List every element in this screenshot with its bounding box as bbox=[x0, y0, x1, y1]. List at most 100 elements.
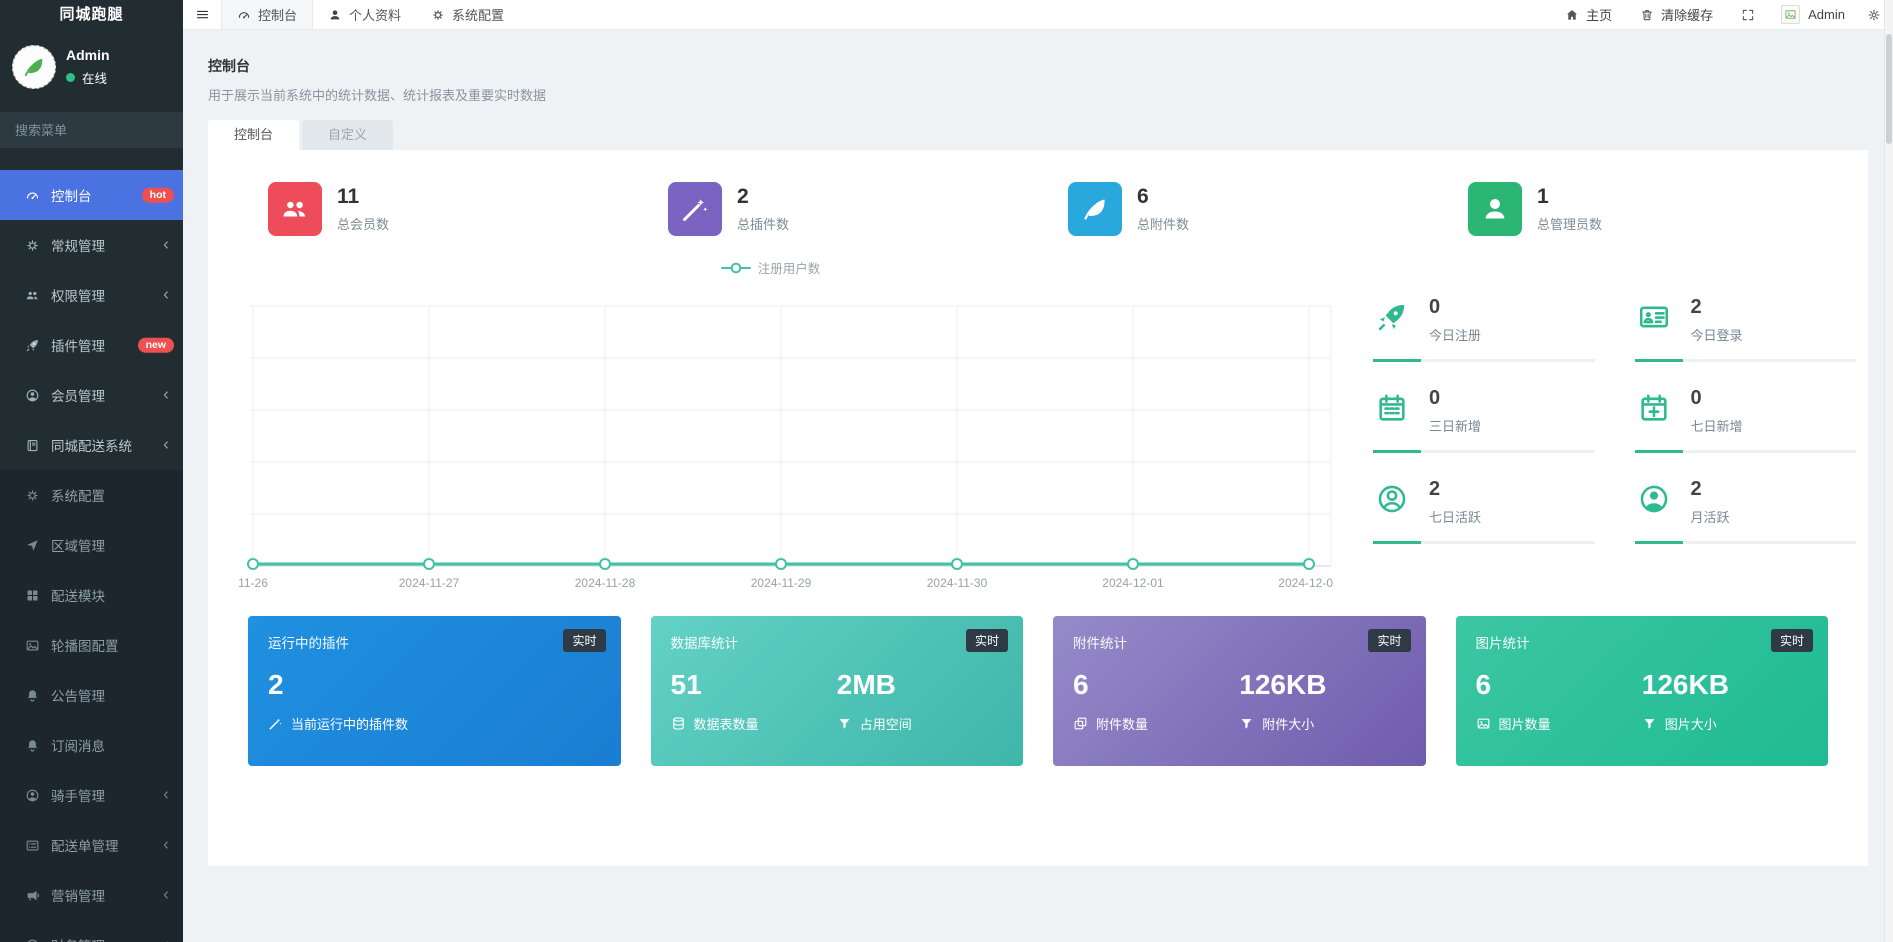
dashboard-icon bbox=[237, 8, 251, 22]
user-menu[interactable]: Admin bbox=[1769, 5, 1857, 24]
scrollbar-thumb[interactable] bbox=[1886, 34, 1892, 144]
sidebar-item-label: 营销管理 bbox=[51, 889, 105, 904]
chevron-left-icon bbox=[160, 239, 172, 251]
sidebar-item-delivery-module[interactable]: 配送模块 bbox=[0, 570, 183, 620]
bell-icon bbox=[25, 738, 40, 753]
user-menu-label: Admin bbox=[1808, 7, 1845, 22]
realtime-badge: 实时 bbox=[563, 629, 606, 652]
brand-title: 同城跑腿 bbox=[59, 6, 124, 23]
sidebar-item-system-config[interactable]: 系统配置 bbox=[0, 470, 183, 520]
sidebar-item-marketing[interactable]: 营销管理 bbox=[0, 870, 183, 920]
grid-icon bbox=[25, 588, 40, 603]
nav-tab-system-config[interactable]: 系统配置 bbox=[416, 0, 519, 29]
sidebar-item-rider[interactable]: 骑手管理 bbox=[0, 770, 183, 820]
image-placeholder-icon bbox=[1784, 8, 1797, 21]
sidebar-item-label: 会员管理 bbox=[51, 389, 105, 404]
avatar[interactable] bbox=[12, 45, 56, 89]
chart-legend[interactable]: 注册用户数 bbox=[208, 258, 1333, 277]
line-chart-canvas: 11-26 2024-11-27 2024-11-28 2024-11-29 2024-… bbox=[208, 256, 1333, 596]
nav-tab-profile[interactable]: 个人资料 bbox=[313, 0, 416, 29]
cogs-icon bbox=[25, 238, 40, 253]
search-input[interactable] bbox=[13, 121, 183, 139]
card-title: 图片统计 bbox=[1475, 636, 1530, 651]
user-avatar bbox=[1781, 5, 1801, 24]
navbar-right: 主页 清除缓存 Admin bbox=[1551, 0, 1893, 29]
magic-wand-icon bbox=[680, 194, 710, 224]
sidebar-item-label: 区域管理 bbox=[51, 539, 105, 554]
chevron-left-icon bbox=[160, 389, 172, 401]
sidebar-item-addon[interactable]: 插件管理 new bbox=[0, 320, 183, 370]
money-icon bbox=[25, 938, 40, 942]
realtime-badge: 实时 bbox=[1368, 629, 1411, 652]
card-metric-label: 数据表数量 bbox=[693, 716, 759, 732]
chevron-left-icon bbox=[160, 289, 172, 301]
sidebar-item-label: 轮播图配置 bbox=[51, 639, 119, 654]
sidebar-item-banner[interactable]: 轮播图配置 bbox=[0, 620, 183, 670]
clear-cache-link[interactable]: 清除缓存 bbox=[1626, 0, 1727, 29]
mini-stat-label: 三日新增 bbox=[1429, 419, 1482, 434]
settings-button[interactable] bbox=[1857, 0, 1881, 29]
card-title: 附件统计 bbox=[1073, 636, 1127, 651]
tab-custom[interactable]: 自定义 bbox=[302, 120, 394, 150]
leaf-icon bbox=[1080, 194, 1110, 224]
user-icon bbox=[1480, 194, 1510, 224]
user-circle-icon bbox=[25, 388, 40, 403]
home-link[interactable]: 主页 bbox=[1551, 0, 1626, 29]
mini-stat-today-registered: 0 今日注册 bbox=[1373, 296, 1595, 362]
mini-stat-label: 今日登录 bbox=[1690, 328, 1743, 343]
menu-bars-icon bbox=[195, 7, 210, 22]
sidebar-item-subscribe[interactable]: 订阅消息 bbox=[0, 720, 183, 770]
image-icon bbox=[1476, 716, 1491, 731]
home-link-label: 主页 bbox=[1586, 8, 1613, 23]
sidebar-search bbox=[0, 112, 183, 148]
svg-text:2024-11-28: 2024-11-28 bbox=[575, 576, 636, 590]
mini-stat-today-logins: 2 今日登录 bbox=[1634, 296, 1856, 362]
sidebar-item-delivery-system[interactable]: 同城配送系统 bbox=[0, 420, 183, 470]
sidebar-item-label: 骑手管理 bbox=[51, 789, 105, 804]
card-metric-label: 附件大小 bbox=[1262, 716, 1315, 732]
sidebar-item-finance[interactable]: 财务管理 bbox=[0, 920, 183, 942]
leaf-icon bbox=[21, 54, 47, 80]
rocket-icon bbox=[25, 338, 40, 353]
card-value: 6 bbox=[1073, 669, 1089, 700]
mini-stat-label: 七日活跃 bbox=[1429, 510, 1482, 525]
mini-stat-bar bbox=[1373, 541, 1421, 544]
online-status-label: 在线 bbox=[82, 72, 108, 86]
nav-tab-console[interactable]: 控制台 bbox=[221, 0, 314, 29]
clone-icon bbox=[1073, 716, 1088, 731]
page-title: 控制台 bbox=[208, 58, 250, 74]
sidebar-item-members[interactable]: 会员管理 bbox=[0, 370, 183, 420]
sidebar-user-status: 在线 bbox=[66, 68, 110, 87]
sidebar-item-delivery-orders[interactable]: 配送单管理 bbox=[0, 820, 183, 870]
tab-console[interactable]: 控制台 bbox=[208, 120, 300, 150]
sidebar-item-console[interactable]: 控制台 hot bbox=[0, 170, 183, 220]
stat-icon-box bbox=[1468, 182, 1522, 236]
stat-value: 6 bbox=[1137, 185, 1149, 208]
sidebar-user-name: Admin bbox=[66, 47, 110, 63]
page-description: 用于展示当前系统中的统计数据、统计报表及重要实时数据 bbox=[208, 88, 547, 103]
cogs-icon bbox=[431, 8, 445, 22]
user-icon bbox=[328, 8, 342, 22]
sidebar-item-label: 系统配置 bbox=[51, 489, 105, 504]
stat-total-members: 11 总会员数 bbox=[268, 182, 668, 236]
sidebar-item-region[interactable]: 区域管理 bbox=[0, 520, 183, 570]
page-scrollbar[interactable] bbox=[1884, 0, 1893, 942]
mini-stat-value: 2 bbox=[1690, 296, 1702, 318]
sidebar-toggle-button[interactable] bbox=[183, 0, 221, 29]
card-value: 126KB bbox=[1641, 669, 1729, 700]
card-value: 6 bbox=[1475, 669, 1492, 700]
fullscreen-button[interactable] bbox=[1727, 0, 1769, 29]
sidebar-item-label: 权限管理 bbox=[51, 289, 105, 304]
svg-text:2024-11-27: 2024-11-27 bbox=[399, 576, 460, 590]
content-tabs: 控制台 自定义 bbox=[208, 120, 1868, 150]
calendar-icon bbox=[1375, 391, 1409, 425]
card-image-stats: 图片统计 实时 6 图片数量 126KB 图片大小 bbox=[1455, 616, 1828, 766]
card-value: 2MB bbox=[836, 669, 896, 700]
sidebar-item-label: 订阅消息 bbox=[51, 739, 105, 754]
sidebar-item-auth[interactable]: 权限管理 bbox=[0, 270, 183, 320]
sidebar-item-general[interactable]: 常规管理 bbox=[0, 220, 183, 270]
stat-label: 总附件数 bbox=[1137, 217, 1190, 232]
mini-stat-label: 七日新增 bbox=[1690, 419, 1743, 434]
stat-label: 总插件数 bbox=[737, 217, 790, 232]
sidebar-item-notice[interactable]: 公告管理 bbox=[0, 670, 183, 720]
